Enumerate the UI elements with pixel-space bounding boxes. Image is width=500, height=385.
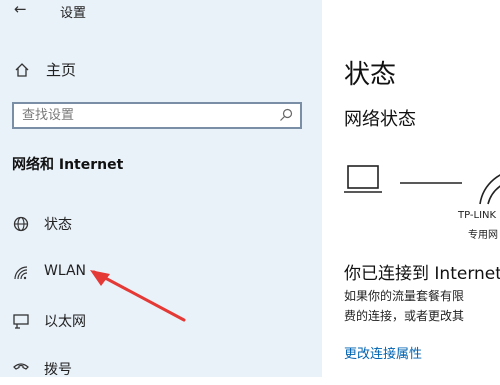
description-line: 费的连接，或者更改其 bbox=[344, 309, 465, 323]
main-content: 状态 网络状态 TP-LINK 专用网 你已连接到 Internet 如果你的流… bbox=[322, 0, 500, 377]
title-bar: ← 设置 bbox=[0, 0, 322, 22]
network-type: 专用网 bbox=[468, 230, 498, 241]
ethernet-icon bbox=[13, 314, 29, 329]
sidebar-item-status[interactable]: 状态 bbox=[0, 206, 322, 240]
sidebar-item-ethernet[interactable]: 以太网 bbox=[0, 303, 322, 337]
sidebar-item-wlan[interactable]: WLAN bbox=[0, 255, 322, 289]
connection-status-text: 你已连接到 Internet bbox=[344, 264, 500, 284]
search-icon[interactable] bbox=[279, 108, 293, 122]
dialup-icon bbox=[13, 363, 29, 370]
wifi-icon bbox=[479, 174, 500, 205]
window-title: 设置 bbox=[60, 6, 87, 21]
description-line: 如果你的流量套餐有限 bbox=[344, 289, 465, 303]
network-name: TP-LINK bbox=[458, 210, 497, 221]
laptop-icon bbox=[344, 165, 382, 193]
network-status-heading: 网络状态 bbox=[344, 109, 416, 130]
change-connection-properties-link[interactable]: 更改连接属性 bbox=[344, 343, 422, 362]
wifi-icon bbox=[14, 266, 28, 280]
section-title: 网络和 Internet bbox=[12, 157, 124, 173]
sidebar-item-label: 以太网 bbox=[44, 314, 86, 330]
search-box[interactable] bbox=[12, 102, 302, 129]
sidebar-item-label: WLAN bbox=[44, 263, 87, 279]
sidebar-item-label: 主页 bbox=[46, 61, 77, 79]
sidebar-item-label: 拨号 bbox=[44, 362, 72, 378]
sidebar: ← 设置 主页 网络和 Internet 状态 WLAN bbox=[0, 0, 322, 378]
sidebar-item-home[interactable]: 主页 bbox=[0, 55, 322, 85]
globe-icon bbox=[13, 216, 29, 232]
back-arrow-icon[interactable]: ← bbox=[14, 1, 30, 17]
home-icon bbox=[15, 63, 29, 77]
search-input[interactable] bbox=[22, 106, 272, 125]
page-title: 状态 bbox=[344, 60, 397, 90]
sidebar-item-dialup[interactable]: 拨号 bbox=[0, 351, 322, 385]
sidebar-item-label: 状态 bbox=[44, 217, 72, 233]
